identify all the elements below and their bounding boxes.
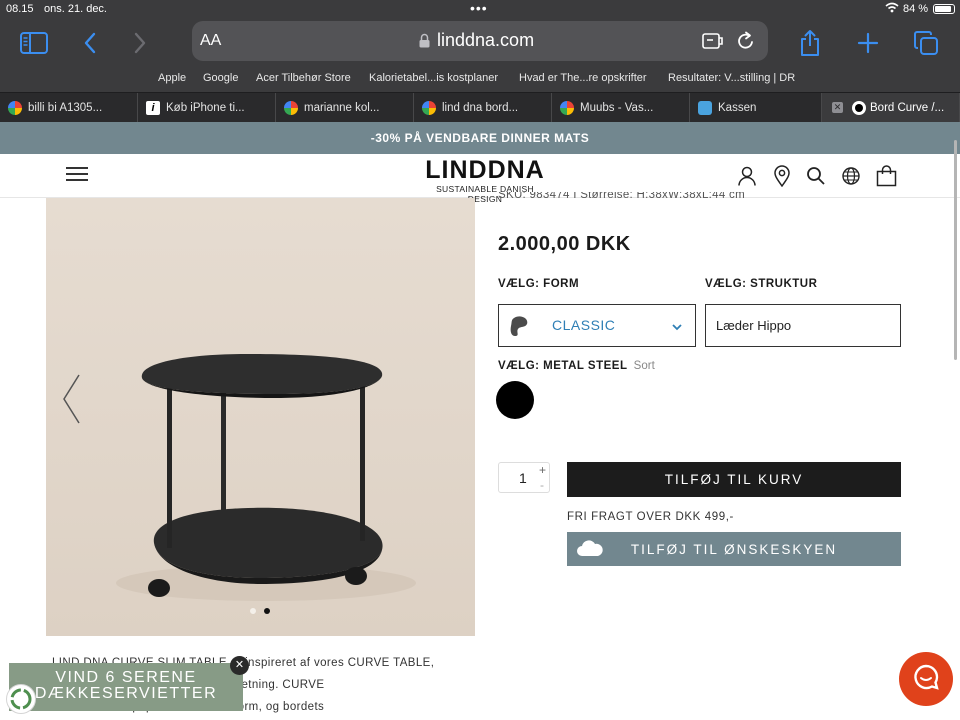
bookmark-item[interactable]: Acer Tilbehør Store xyxy=(256,72,351,84)
tab-title: billi bi A1305... xyxy=(28,102,103,114)
close-tab-icon[interactable]: ✕ xyxy=(832,102,843,113)
quantity-stepper[interactable]: 1 + - xyxy=(498,462,550,493)
google-favicon-icon xyxy=(8,101,22,115)
metal-option: VÆLG: METAL STEEL Sort xyxy=(498,360,655,372)
forward-icon[interactable] xyxy=(123,26,157,60)
google-favicon-icon xyxy=(284,101,298,115)
cart-icon[interactable] xyxy=(876,165,897,192)
tab-title: Kassen xyxy=(718,102,757,114)
banner-line: DÆKKESERVIETTER xyxy=(34,685,218,702)
tab-title: marianne kol... xyxy=(304,102,380,114)
bookmark-item[interactable]: Apple xyxy=(158,72,186,84)
chat-bubble-icon xyxy=(912,663,940,696)
form-label: VÆLG: FORM xyxy=(498,278,580,290)
form-shape-icon xyxy=(510,315,530,342)
struktur-select[interactable]: Læder Hippo xyxy=(705,304,901,347)
google-favicon-icon xyxy=(422,101,436,115)
chevron-down-icon xyxy=(671,319,683,337)
quantity-minus[interactable]: - xyxy=(540,478,544,492)
promo-popup-banner[interactable]: VIND 6 SERENE DÆKKESERVIETTER xyxy=(9,663,243,711)
new-tab-icon[interactable] xyxy=(851,26,885,60)
language-globe-icon[interactable] xyxy=(841,166,861,191)
tab-title: Muubs - Vas... xyxy=(580,102,654,114)
quantity-plus[interactable]: + xyxy=(539,463,546,477)
text-size-button[interactable]: AA xyxy=(200,32,221,50)
url-text[interactable]: linddna.com xyxy=(437,30,534,51)
bookmark-item[interactable]: Hvad er The...re opskrifter xyxy=(519,72,647,84)
browser-tab[interactable]: Kassen xyxy=(690,93,822,123)
banner-close-button[interactable]: ✕ xyxy=(230,656,249,675)
struktur-label: VÆLG: STRUKTUR xyxy=(705,278,818,290)
form-select-value: CLASSIC xyxy=(552,317,616,333)
info-favicon-icon: i xyxy=(146,101,160,115)
browser-toolbar: AA linddna.com xyxy=(0,18,960,70)
bookmark-item[interactable]: Resultater: V...stilling | DR xyxy=(668,72,795,84)
browser-tab[interactable]: marianne kol... xyxy=(276,93,414,123)
add-to-cart-button[interactable]: TILFØJ TIL KURV xyxy=(567,462,901,497)
reload-icon[interactable] xyxy=(737,31,755,56)
tab-title: lind dna bord... xyxy=(442,102,519,114)
product-price: 2.000,00 DKK xyxy=(498,233,631,255)
metal-value: Sort xyxy=(633,360,655,372)
status-date: ons. 21. dec. xyxy=(44,3,107,15)
wishlist-button[interactable]: TILFØJ TIL ØNSKESKYEN xyxy=(567,532,901,566)
search-icon[interactable] xyxy=(806,166,826,191)
sku-line: SKU: 983474 I Størrelse: H:38xW:38xL:44 … xyxy=(498,192,798,206)
metal-label: VÆLG: METAL STEEL xyxy=(498,360,628,372)
lock-icon xyxy=(419,33,430,53)
scrollbar-thumb[interactable] xyxy=(954,140,957,360)
struktur-select-value: Læder Hippo xyxy=(716,318,792,333)
chat-button[interactable] xyxy=(899,652,953,706)
status-bar: 08.15 ons. 21. dec. ••• 84 % xyxy=(0,0,960,18)
tab-title: Køb iPhone ti... xyxy=(166,102,245,114)
wishlist-label: TILFØJ TIL ØNSKESKYEN xyxy=(630,541,838,557)
color-swatch-black[interactable] xyxy=(496,381,534,419)
banner-line: VIND 6 SERENE xyxy=(55,669,197,686)
gallery-dot-active[interactable] xyxy=(264,608,270,614)
browser-tab-active[interactable]: ✕ Bord Curve /... xyxy=(822,93,960,123)
bookmark-item[interactable]: Google xyxy=(203,72,238,84)
wifi-icon xyxy=(885,2,899,16)
promo-bar[interactable]: -30% PÅ VENDBARE DINNER MATS xyxy=(0,122,960,154)
sidebar-toggle-icon[interactable] xyxy=(17,26,51,60)
battery-icon xyxy=(933,4,955,14)
multitask-dots-icon[interactable]: ••• xyxy=(470,0,488,16)
google-favicon-icon xyxy=(560,101,574,115)
shop-favicon-icon xyxy=(698,101,712,115)
tab-strip: billi bi A1305... i Køb iPhone ti... mari… xyxy=(0,92,960,123)
gallery-dot[interactable] xyxy=(250,608,256,614)
browser-chrome: 08.15 ons. 21. dec. ••• 84 % AA linddna.… xyxy=(0,0,960,123)
battery-percent: 84 % xyxy=(903,3,929,15)
bookmarks-bar: Apple Google Acer Tilbehør Store Kalorie… xyxy=(0,68,960,92)
bookmark-item[interactable]: Kalorietabel...is kostplaner xyxy=(369,72,498,84)
recycle-badge-icon[interactable] xyxy=(6,684,36,714)
browser-tab[interactable]: billi bi A1305... xyxy=(0,93,138,123)
linddna-favicon-icon xyxy=(852,101,866,115)
site-header: LINDDNA SUSTAINABLE DANISH DESIGN xyxy=(0,154,960,204)
browser-tab[interactable]: Muubs - Vas... xyxy=(552,93,690,123)
store-locator-icon[interactable] xyxy=(773,165,791,192)
product-image xyxy=(46,198,475,636)
tab-overview-icon[interactable] xyxy=(909,26,943,60)
logo-text: LINDDNA xyxy=(425,156,545,184)
status-time: 08.15 xyxy=(6,3,34,15)
product-gallery[interactable] xyxy=(46,198,475,636)
reader-extension-icon[interactable] xyxy=(702,32,724,55)
account-icon[interactable] xyxy=(737,166,757,191)
browser-tab[interactable]: lind dna bord... xyxy=(414,93,552,123)
form-select[interactable]: CLASSIC xyxy=(498,304,696,347)
back-icon[interactable] xyxy=(73,26,107,60)
quantity-value[interactable]: 1 xyxy=(519,470,527,486)
share-icon[interactable] xyxy=(793,26,827,60)
sku-text: SKU: 983474 I Størrelse: H:38xW:38xL:44 … xyxy=(498,192,745,201)
free-shipping-text: FRI FRAGT OVER DKK 499,- xyxy=(567,511,734,523)
tab-title: Bord Curve /... xyxy=(870,102,945,114)
menu-icon[interactable] xyxy=(66,166,88,182)
address-bar[interactable]: AA linddna.com xyxy=(192,21,768,61)
browser-tab[interactable]: i Køb iPhone ti... xyxy=(138,93,276,123)
gallery-prev-arrow-icon[interactable] xyxy=(60,373,82,430)
